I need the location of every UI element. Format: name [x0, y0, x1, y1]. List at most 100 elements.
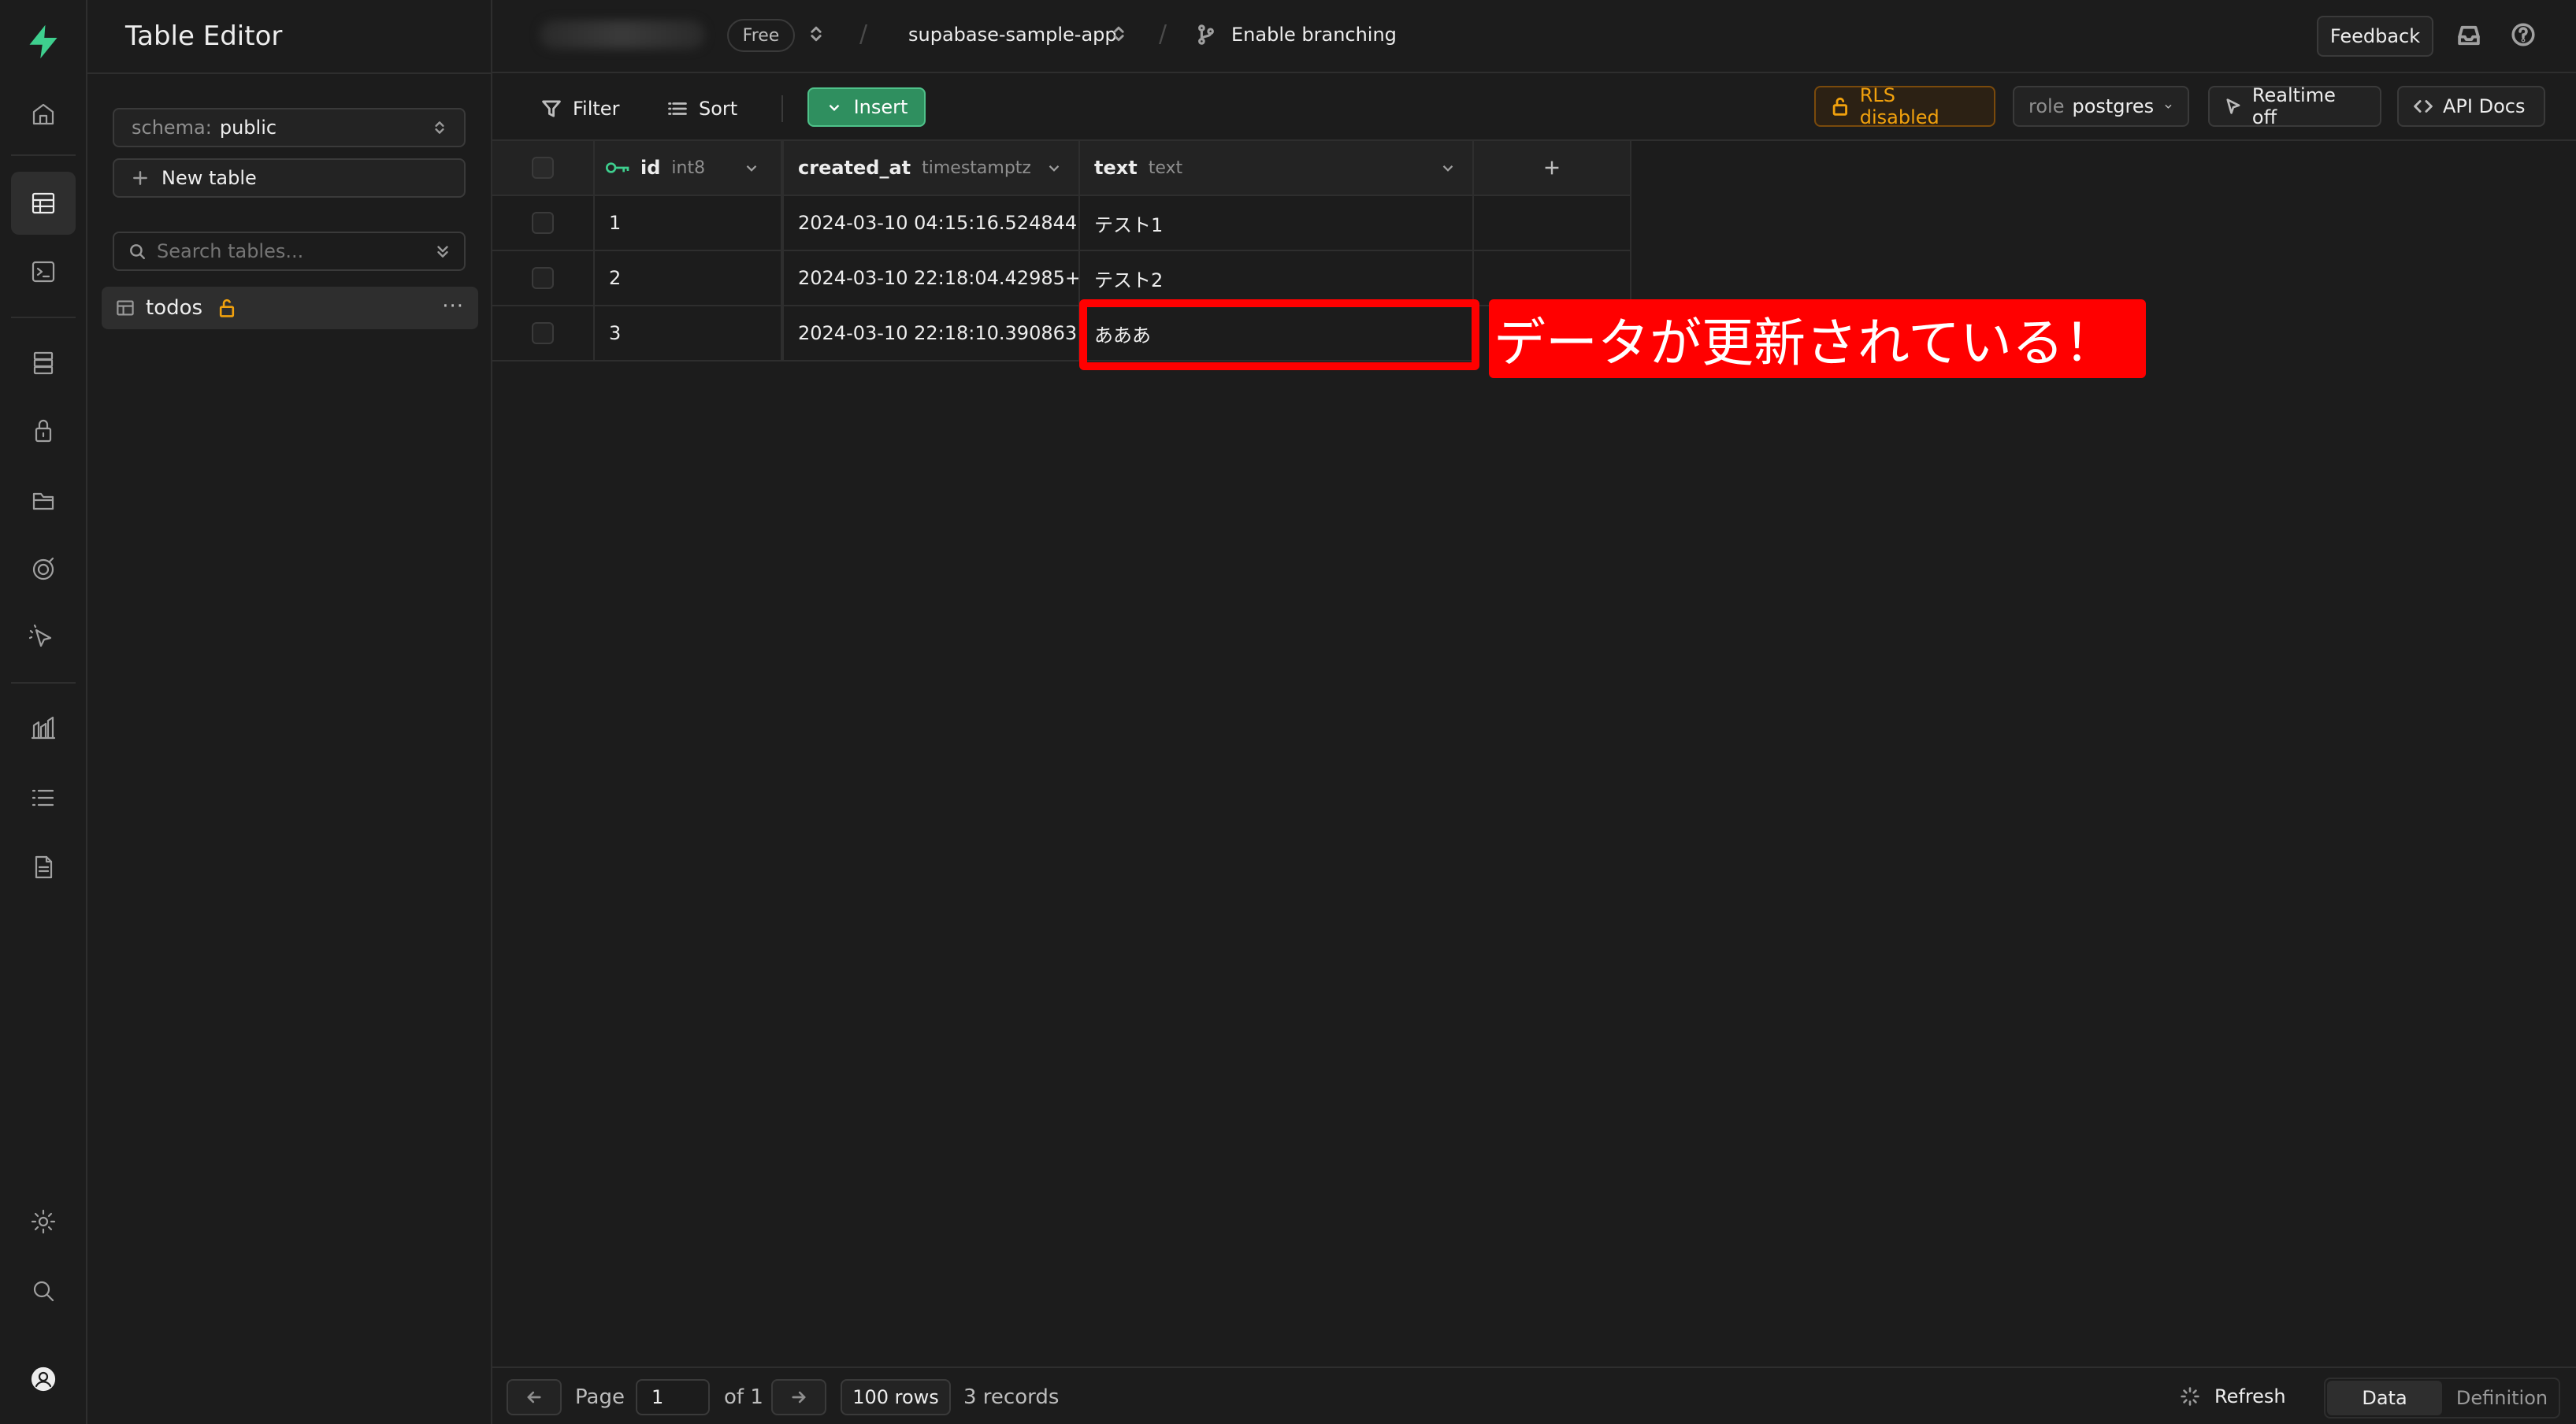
row-checkbox[interactable]: [532, 212, 554, 234]
select-all-checkbox[interactable]: [532, 157, 554, 179]
settings-icon[interactable]: [17, 1196, 69, 1248]
cell-id[interactable]: 3: [595, 306, 784, 362]
new-table-button[interactable]: New table: [113, 158, 466, 198]
logs-icon[interactable]: [17, 772, 69, 824]
role-value: postgres: [2072, 95, 2155, 117]
unlock-icon: [1832, 97, 1847, 116]
chevron-up-down-icon[interactable]: [1108, 24, 1129, 47]
account-icon[interactable]: [17, 1353, 69, 1405]
chevron-up-down-icon[interactable]: [806, 24, 826, 47]
highlight-box: [1079, 299, 1479, 370]
chevron-down-icon: [829, 104, 839, 112]
api-docs-button[interactable]: API Docs: [2397, 86, 2545, 127]
empty-cell: [1474, 196, 1631, 251]
table-name: todos: [146, 296, 203, 320]
search-icon[interactable]: [17, 1265, 69, 1317]
new-table-label: New table: [161, 167, 257, 189]
git-branch-icon: [1195, 24, 1217, 49]
chevron-down-icon: [2165, 105, 2172, 109]
insert-label: Insert: [853, 96, 908, 118]
realtime-icon[interactable]: [17, 613, 69, 665]
table-editor-icon[interactable]: [11, 172, 76, 235]
home-icon[interactable]: [17, 88, 69, 140]
chevron-down-icon[interactable]: [1439, 159, 1457, 176]
cursor-icon: [2226, 98, 2240, 114]
storage-icon[interactable]: [17, 474, 69, 526]
filter-icon: [542, 100, 561, 117]
filter-button[interactable]: Filter: [541, 91, 619, 127]
sort-icon: [668, 102, 687, 115]
role-selector[interactable]: role postgres: [2013, 86, 2189, 127]
organization-name-blurred[interactable]: [540, 20, 705, 49]
refresh-label: Refresh: [2214, 1385, 2286, 1407]
view-definition-tab[interactable]: Definition: [2445, 1381, 2559, 1415]
sort-label: Sort: [699, 98, 738, 120]
chevron-down-icon[interactable]: [1045, 159, 1063, 176]
page-input[interactable]: 1: [636, 1379, 710, 1415]
cell-text[interactable]: テスト2: [1080, 251, 1474, 306]
filter-label: Filter: [573, 98, 620, 120]
cell-created-at[interactable]: 2024-03-10 04:15:16.524844+00: [784, 196, 1080, 251]
page-label: Page: [575, 1385, 625, 1409]
inbox-icon[interactable]: [2455, 22, 2482, 52]
next-page-button[interactable]: [771, 1379, 826, 1415]
code-icon: [2414, 100, 2433, 113]
sort-button[interactable]: Sort: [667, 91, 737, 127]
view-data-tab[interactable]: Data: [2327, 1381, 2442, 1415]
row-select-cell: [492, 306, 595, 362]
top-bar: Free / supabase-sample-app / Enable bran…: [492, 0, 2576, 73]
column-header-created-at[interactable]: created_at timestamptz: [784, 141, 1080, 196]
sql-editor-icon[interactable]: [17, 246, 69, 298]
auth-icon[interactable]: [17, 405, 69, 457]
schema-value: public: [219, 117, 277, 139]
filter-chevron-icon[interactable]: [434, 243, 451, 260]
cell-created-at[interactable]: 2024-03-10 22:18:04.42985+00: [784, 251, 1080, 306]
row-checkbox[interactable]: [532, 322, 554, 344]
column-name: text: [1094, 157, 1138, 179]
help-icon[interactable]: [2511, 22, 2536, 50]
cell-text[interactable]: テスト1: [1080, 196, 1474, 251]
column-type: text: [1148, 158, 1183, 178]
row-select-cell: [492, 196, 595, 251]
add-column-button[interactable]: [1474, 141, 1631, 196]
select-all-cell: [492, 141, 595, 196]
supabase-logo-icon[interactable]: [17, 16, 69, 68]
grid-footer: Page 1 of 1 100 rows 3 records Refresh D…: [492, 1367, 2576, 1424]
column-header-text[interactable]: text text: [1080, 141, 1474, 196]
project-selector[interactable]: supabase-sample-app: [908, 24, 1117, 46]
search-tables-field[interactable]: [113, 232, 466, 271]
schema-selector[interactable]: schema: public: [113, 108, 466, 147]
previous-page-button[interactable]: [507, 1379, 562, 1415]
table-editor-panel: Table Editor schema: public New table to…: [87, 0, 492, 1424]
rows-per-page-selector[interactable]: 100 rows: [841, 1379, 951, 1415]
database-icon[interactable]: [17, 337, 69, 389]
rls-disabled-button[interactable]: RLS disabled: [1814, 84, 1995, 128]
row-checkbox[interactable]: [532, 267, 554, 289]
edge-functions-icon[interactable]: [17, 543, 69, 595]
feedback-button[interactable]: Feedback: [2317, 16, 2433, 57]
enable-branching-button[interactable]: Enable branching: [1231, 24, 1397, 46]
column-header-id[interactable]: id int8: [595, 141, 784, 196]
cell-created-at[interactable]: 2024-03-10 22:18:10.390863+00: [784, 306, 1080, 362]
sidebar-table-todos[interactable]: todos ···: [102, 287, 478, 329]
grid-toolbar: Filter Sort Insert RLS disabled role pos…: [492, 73, 2576, 141]
chevron-up-down-icon: [435, 121, 444, 134]
api-docs-icon[interactable]: [17, 841, 69, 893]
search-icon: [130, 244, 146, 260]
insert-button[interactable]: Insert: [807, 87, 926, 127]
rls-label: RLS disabled: [1859, 84, 1939, 128]
arrow-left-icon: [527, 1391, 541, 1404]
realtime-toggle-button[interactable]: Realtime off: [2208, 84, 2381, 128]
reports-icon[interactable]: [17, 703, 69, 755]
refresh-button[interactable]: Refresh: [2180, 1385, 2286, 1407]
cell-id[interactable]: 1: [595, 196, 784, 251]
cell-id[interactable]: 2: [595, 251, 784, 306]
chevron-down-icon[interactable]: [743, 159, 760, 176]
column-name: created_at: [798, 157, 911, 179]
more-options-icon[interactable]: ···: [442, 295, 464, 318]
plus-icon: [1545, 161, 1559, 175]
loading-spinner-icon: [2181, 1387, 2199, 1406]
unlock-icon: [219, 299, 235, 317]
api-docs-label: API Docs: [2443, 95, 2526, 117]
search-tables-input[interactable]: [157, 240, 409, 262]
